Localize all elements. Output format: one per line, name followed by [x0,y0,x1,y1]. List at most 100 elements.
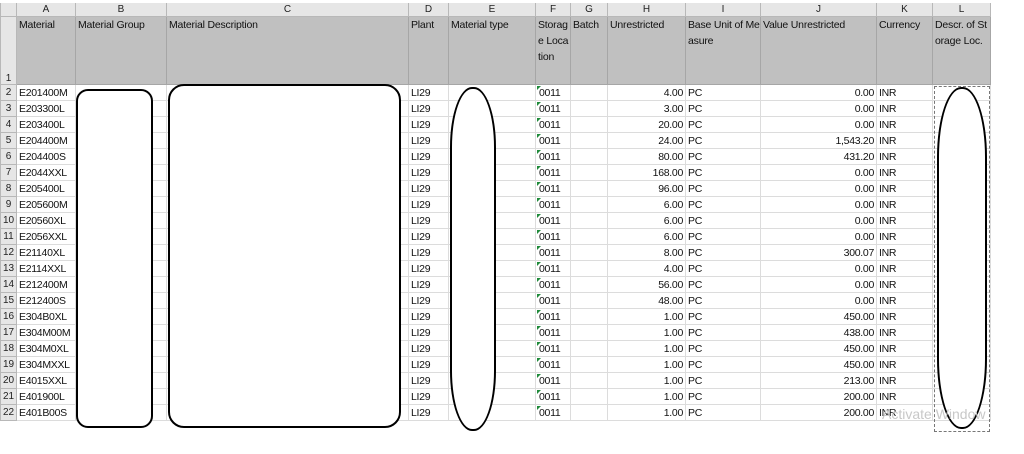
cell-base-unit[interactable]: PC [685,228,761,245]
cell-plant[interactable]: LI29 [408,132,449,149]
cell-plant[interactable]: LI29 [408,100,449,117]
row-number[interactable]: 4 [0,116,17,133]
cell-storage-location[interactable]: 0011 [535,260,571,277]
row-number[interactable]: 16 [0,308,17,325]
cell-batch[interactable] [570,276,608,293]
cell-currency[interactable]: INR [876,164,933,181]
cell-plant[interactable]: LI29 [408,276,449,293]
column-header-j[interactable]: J [760,3,877,17]
cell-unrestricted[interactable]: 6.00 [607,196,686,213]
cell-plant[interactable]: LI29 [408,212,449,229]
header-batch[interactable]: Batch [570,16,608,85]
column-header-a[interactable]: A [16,3,76,17]
cell-storage-location[interactable]: 0011 [535,388,571,405]
cell-currency[interactable]: INR [876,388,933,405]
cell-plant[interactable]: LI29 [408,324,449,341]
cell-storage-location[interactable]: 0011 [535,228,571,245]
cell-batch[interactable] [570,292,608,309]
cell-value-unrestricted[interactable]: 0.00 [760,276,877,293]
cell-storage-location[interactable]: 0011 [535,324,571,341]
cell-batch[interactable] [570,100,608,117]
cell-material[interactable]: E2056XXL [16,228,76,245]
cell-plant[interactable]: LI29 [408,196,449,213]
cell-value-unrestricted[interactable]: 431.20 [760,148,877,165]
cell-base-unit[interactable]: PC [685,212,761,229]
header-unrestricted[interactable]: Unrestricted [607,16,686,85]
cell-plant[interactable]: LI29 [408,244,449,261]
cell-batch[interactable] [570,324,608,341]
header-value-unrestricted[interactable]: Value Unrestricted [760,16,877,85]
row-number[interactable]: 6 [0,148,17,165]
cell-currency[interactable]: INR [876,148,933,165]
cell-unrestricted[interactable]: 80.00 [607,148,686,165]
cell-base-unit[interactable]: PC [685,260,761,277]
header-storage-loc-descr[interactable]: Descr. of Storage Loc. [932,16,991,85]
cell-batch[interactable] [570,84,608,101]
cell-unrestricted[interactable]: 48.00 [607,292,686,309]
cell-value-unrestricted[interactable]: 0.00 [760,116,877,133]
cell-material[interactable]: E201400M [16,84,76,101]
column-header-f[interactable]: F [535,3,571,17]
cell-material[interactable]: E2044XXL [16,164,76,181]
cell-base-unit[interactable]: PC [685,132,761,149]
cell-material[interactable]: E20560XL [16,212,76,229]
cell-material[interactable]: E212400M [16,276,76,293]
cell-batch[interactable] [570,148,608,165]
cell-batch[interactable] [570,404,608,421]
cell-value-unrestricted[interactable]: 0.00 [760,100,877,117]
row-number[interactable]: 5 [0,132,17,149]
cell-value-unrestricted[interactable]: 438.00 [760,324,877,341]
cell-value-unrestricted[interactable]: 0.00 [760,212,877,229]
column-header-k[interactable]: K [876,3,933,17]
cell-value-unrestricted[interactable]: 0.00 [760,164,877,181]
cell-batch[interactable] [570,196,608,213]
cell-value-unrestricted[interactable]: 450.00 [760,308,877,325]
cell-plant[interactable]: LI29 [408,164,449,181]
cell-currency[interactable]: INR [876,212,933,229]
header-currency[interactable]: Currency [876,16,933,85]
row-number[interactable]: 11 [0,228,17,245]
cell-base-unit[interactable]: PC [685,404,761,421]
cell-plant[interactable]: LI29 [408,260,449,277]
cell-base-unit[interactable]: PC [685,244,761,261]
row-number[interactable]: 8 [0,180,17,197]
row-number[interactable]: 10 [0,212,17,229]
column-header-c[interactable]: C [166,3,409,17]
cell-currency[interactable]: INR [876,100,933,117]
row-number[interactable]: 19 [0,356,17,373]
row-number[interactable]: 9 [0,196,17,213]
cell-storage-location[interactable]: 0011 [535,84,571,101]
cell-unrestricted[interactable]: 4.00 [607,84,686,101]
cell-material[interactable]: E205600M [16,196,76,213]
column-header-b[interactable]: B [75,3,167,17]
column-header-h[interactable]: H [607,3,686,17]
cell-currency[interactable]: INR [876,308,933,325]
cell-unrestricted[interactable]: 1.00 [607,372,686,389]
cell-unrestricted[interactable]: 1.00 [607,356,686,373]
cell-batch[interactable] [570,180,608,197]
cell-base-unit[interactable]: PC [685,84,761,101]
cell-material[interactable]: E203400L [16,116,76,133]
cell-plant[interactable]: LI29 [408,292,449,309]
cell-storage-location[interactable]: 0011 [535,244,571,261]
cell-unrestricted[interactable]: 1.00 [607,404,686,421]
row-number[interactable]: 21 [0,388,17,405]
cell-base-unit[interactable]: PC [685,116,761,133]
cell-material[interactable]: E205400L [16,180,76,197]
cell-unrestricted[interactable]: 56.00 [607,276,686,293]
cell-batch[interactable] [570,356,608,373]
cell-plant[interactable]: LI29 [408,84,449,101]
cell-material[interactable]: E304MXXL [16,356,76,373]
row-number[interactable]: 22 [0,404,17,421]
cell-batch[interactable] [570,260,608,277]
cell-currency[interactable]: INR [876,132,933,149]
cell-batch[interactable] [570,212,608,229]
header-material-group[interactable]: Material Group [75,16,167,85]
cell-base-unit[interactable]: PC [685,388,761,405]
cell-base-unit[interactable]: PC [685,340,761,357]
cell-plant[interactable]: LI29 [408,228,449,245]
column-header-g[interactable]: G [570,3,608,17]
cell-material[interactable]: E304B0XL [16,308,76,325]
cell-storage-location[interactable]: 0011 [535,372,571,389]
header-storage-location[interactable]: Storage Location [535,16,571,85]
